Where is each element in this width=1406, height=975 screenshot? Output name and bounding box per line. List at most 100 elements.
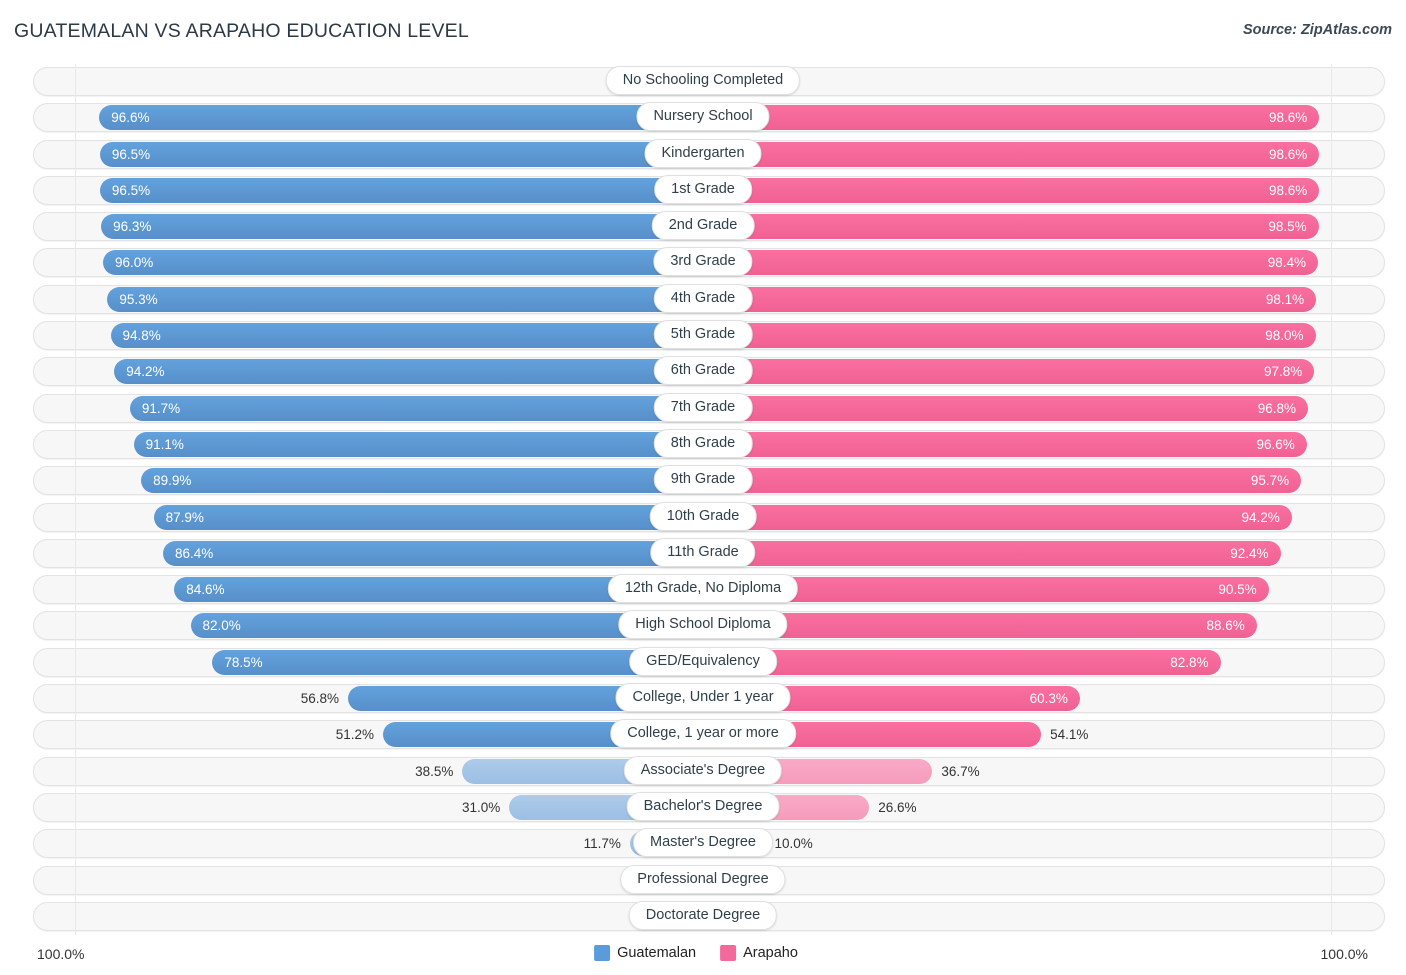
axis-guide-left <box>75 572 76 609</box>
bar-fill-guatemalan <box>141 468 703 494</box>
category-label: 12th Grade, No Diploma <box>607 574 799 604</box>
axis-guide-left <box>75 172 76 210</box>
category-label: 6th Grade <box>653 356 753 386</box>
axis-guide-left <box>75 209 76 246</box>
bar-row: 38.5% 36.7% Associate's Degree <box>0 753 1406 790</box>
legend-item[interactable]: Guatemalan <box>594 945 696 961</box>
axis-guide-right <box>1331 245 1332 282</box>
bar-guatemalan: 95.3% <box>107 286 703 312</box>
bar-arapaho: 98.0% <box>703 323 1316 349</box>
bar-fill-guatemalan <box>163 540 703 566</box>
bar-arapaho: 82.8% <box>703 649 1221 675</box>
bar-value-guatemalan: 38.5% <box>415 763 454 779</box>
bar-value-guatemalan: 96.5% <box>111 146 151 162</box>
bar-row: 94.8% 98.0% 5th Grade <box>0 318 1406 355</box>
category-label: High School Diploma <box>618 610 788 640</box>
legend-label: Arapaho <box>743 945 798 961</box>
axis-guide-left <box>75 463 76 500</box>
bar-row: 96.5% 98.6% 1st Grade <box>0 172 1406 210</box>
bar-row: 1.4%1.2%Doctorate Degree <box>0 898 1406 936</box>
axis-guide-left <box>75 535 76 573</box>
axis-guide-right <box>1331 898 1332 936</box>
bar-value-guatemalan: 96.0% <box>115 255 154 271</box>
category-label: Bachelor's Degree <box>626 791 780 821</box>
axis-guide-left <box>75 789 76 827</box>
bar-fill-arapaho <box>703 177 1320 203</box>
category-label: No Schooling Completed <box>605 66 801 95</box>
bar-value-guatemalan: 78.5% <box>224 654 263 670</box>
bar-value-arapaho: 98.6% <box>1268 146 1308 162</box>
bar-fill-arapaho <box>703 250 1318 276</box>
category-label: 7th Grade <box>653 392 753 422</box>
category-label: 8th Grade <box>653 428 753 458</box>
bar-row: 78.5% 82.8% GED/Equivalency <box>0 644 1406 682</box>
axis-guide-right <box>1331 64 1332 101</box>
bar-arapaho: 98.4% <box>703 250 1318 276</box>
axis-guide-left <box>75 318 76 355</box>
bar-value-guatemalan: 31.0% <box>461 799 501 815</box>
bar-row: 94.2% 97.8% 6th Grade <box>0 354 1406 391</box>
bar-row: 51.2% 54.1% College, 1 year or more <box>0 717 1406 754</box>
bar-fill-guatemalan <box>99 141 703 167</box>
bar-value-arapaho: 88.6% <box>1206 618 1245 634</box>
bar-fill-arapaho <box>703 286 1317 312</box>
bar-value-arapaho: 97.8% <box>1263 364 1303 380</box>
axis-guide-right <box>1331 826 1332 863</box>
bar-guatemalan: 87.9% <box>153 504 703 530</box>
bar-row: 96.3% 98.5% 2nd Grade <box>0 209 1406 246</box>
bar-value-arapaho: 54.1% <box>1050 727 1089 743</box>
bar-row: 82.0% 88.6% High School Diploma <box>0 608 1406 645</box>
bar-value-arapaho: 36.7% <box>941 763 980 779</box>
bar-value-arapaho: 82.8% <box>1170 654 1209 670</box>
bar-fill-guatemalan <box>101 214 703 240</box>
bar-value-guatemalan: 89.9% <box>153 473 192 489</box>
category-label: College, Under 1 year <box>615 683 791 713</box>
bar-arapaho: 98.6% <box>703 141 1320 167</box>
axis-guide-right <box>1331 572 1332 609</box>
axis-guide-right <box>1331 318 1332 355</box>
bar-fill-guatemalan <box>110 323 703 349</box>
bar-fill-arapaho <box>703 105 1320 131</box>
bar-fill-arapaho <box>703 431 1307 457</box>
axis-guide-left <box>75 644 76 682</box>
bar-row: 31.0% 26.6% Bachelor's Degree <box>0 789 1406 827</box>
bar-value-arapaho: 98.0% <box>1265 328 1304 344</box>
category-label: Master's Degree <box>633 828 773 858</box>
bar-fill-guatemalan <box>129 395 703 421</box>
bar-fill-guatemalan <box>99 105 703 131</box>
bar-row: 3.5%2.9%Professional Degree <box>0 862 1406 899</box>
category-label: 5th Grade <box>653 320 753 350</box>
axis-guide-left <box>75 281 76 319</box>
category-label: 2nd Grade <box>651 211 755 241</box>
axis-guide-right <box>1331 281 1332 319</box>
axis-guide-right <box>1331 789 1332 827</box>
axis-guide-right <box>1331 753 1332 790</box>
bar-guatemalan: 91.7% <box>129 395 703 421</box>
bar-fill-arapaho <box>703 359 1315 385</box>
bar-value-arapaho: 98.4% <box>1267 255 1306 271</box>
bar-value-arapaho: 95.7% <box>1250 473 1290 489</box>
category-label: Doctorate Degree <box>628 900 778 930</box>
bar-value-guatemalan: 82.0% <box>202 618 241 634</box>
axis-guide-left <box>75 717 76 754</box>
axis-guide-left <box>75 608 76 645</box>
bar-row: 91.7% 96.8% 7th Grade <box>0 390 1406 427</box>
bar-value-arapaho: 96.6% <box>1256 436 1295 452</box>
bar-arapaho: 96.6% <box>703 431 1307 457</box>
bar-value-arapaho: 94.2% <box>1241 509 1280 525</box>
source-attribution: Source: ZipAtlas.com <box>1242 22 1392 38</box>
bar-arapaho: 98.6% <box>703 105 1320 131</box>
legend-label: Guatemalan <box>617 945 697 961</box>
axis-guide-right <box>1331 463 1332 500</box>
axis-guide-right <box>1331 535 1332 573</box>
axis-guide-left <box>75 499 76 536</box>
bar-guatemalan: 94.8% <box>110 323 703 349</box>
bar-arapaho: 92.4% <box>703 540 1281 566</box>
bar-fill-arapaho <box>703 540 1281 566</box>
axis-guide-right <box>1331 136 1332 173</box>
bar-value-guatemalan: 96.6% <box>111 110 150 126</box>
bar-row: 96.6% 98.6% Nursery School <box>0 100 1406 137</box>
bar-value-guatemalan: 84.6% <box>186 582 225 598</box>
bar-row: 3.5%2.1%No Schooling Completed <box>0 64 1406 101</box>
legend-item[interactable]: Arapaho <box>720 945 798 961</box>
